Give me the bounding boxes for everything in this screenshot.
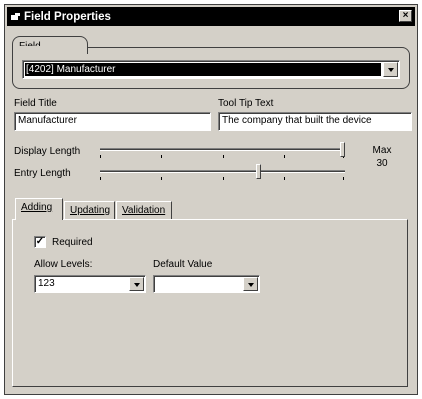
- slider-tick: [100, 177, 101, 180]
- chevron-down-icon[interactable]: [383, 62, 398, 77]
- allow-levels-value: 123: [38, 278, 55, 289]
- slider-tick: [222, 155, 224, 158]
- tooltip-text-input[interactable]: The company that built the device: [218, 112, 412, 131]
- field-title-input[interactable]: Manufacturer: [14, 112, 211, 131]
- slider-tick: [161, 177, 163, 180]
- tooltip-text-label: Tool Tip Text: [218, 98, 274, 109]
- entry-length-label: Entry Length: [14, 168, 71, 179]
- display-length-label: Display Length: [14, 146, 81, 157]
- field-group-tab: Field: [12, 36, 88, 54]
- tab-updating[interactable]: Updating: [64, 201, 115, 219]
- slider-tick: [283, 155, 285, 158]
- tab-validation[interactable]: Validation: [116, 201, 172, 219]
- field-select-value: [4202] Manufacturer: [25, 63, 381, 76]
- slider-track: [100, 148, 345, 151]
- field-tab-join: [13, 46, 87, 49]
- title-bar[interactable]: Field Properties ×: [7, 7, 415, 26]
- tab-validation-label: Validation: [122, 205, 166, 216]
- field-title-label: Field Title: [14, 98, 57, 109]
- slider-thumb[interactable]: [256, 164, 261, 179]
- allow-levels-select[interactable]: 123: [34, 275, 146, 293]
- required-checkbox[interactable]: ✓: [34, 236, 46, 248]
- slider-tick: [100, 155, 101, 158]
- chevron-down-icon[interactable]: [129, 277, 144, 291]
- slider-thumb[interactable]: [340, 142, 345, 157]
- window-title: Field Properties: [24, 10, 111, 23]
- chevron-down-icon[interactable]: [243, 277, 258, 291]
- tab-updating-label: Updating: [70, 205, 111, 216]
- slider-tick: [161, 155, 163, 158]
- tab-adding[interactable]: Adding: [15, 198, 63, 220]
- tab-adding-label: Adding: [21, 202, 53, 213]
- field-select[interactable]: [4202] Manufacturer: [22, 60, 400, 79]
- display-length-slider[interactable]: [100, 142, 345, 160]
- max-value: 30: [376, 158, 388, 169]
- window-app-icon: [11, 12, 20, 21]
- required-label: Required: [52, 237, 93, 248]
- default-value-label: Default Value: [153, 259, 213, 270]
- close-button[interactable]: ×: [399, 10, 412, 22]
- default-value-select[interactable]: [153, 275, 260, 293]
- slider-track: [100, 170, 345, 173]
- slider-tick: [283, 177, 285, 180]
- allow-levels-label: Allow Levels:: [34, 259, 93, 270]
- slider-tick: [222, 177, 224, 180]
- slider-tick: [342, 177, 344, 180]
- entry-length-slider[interactable]: [100, 164, 345, 182]
- max-label: Max: [372, 145, 392, 156]
- check-icon: ✓: [35, 236, 45, 247]
